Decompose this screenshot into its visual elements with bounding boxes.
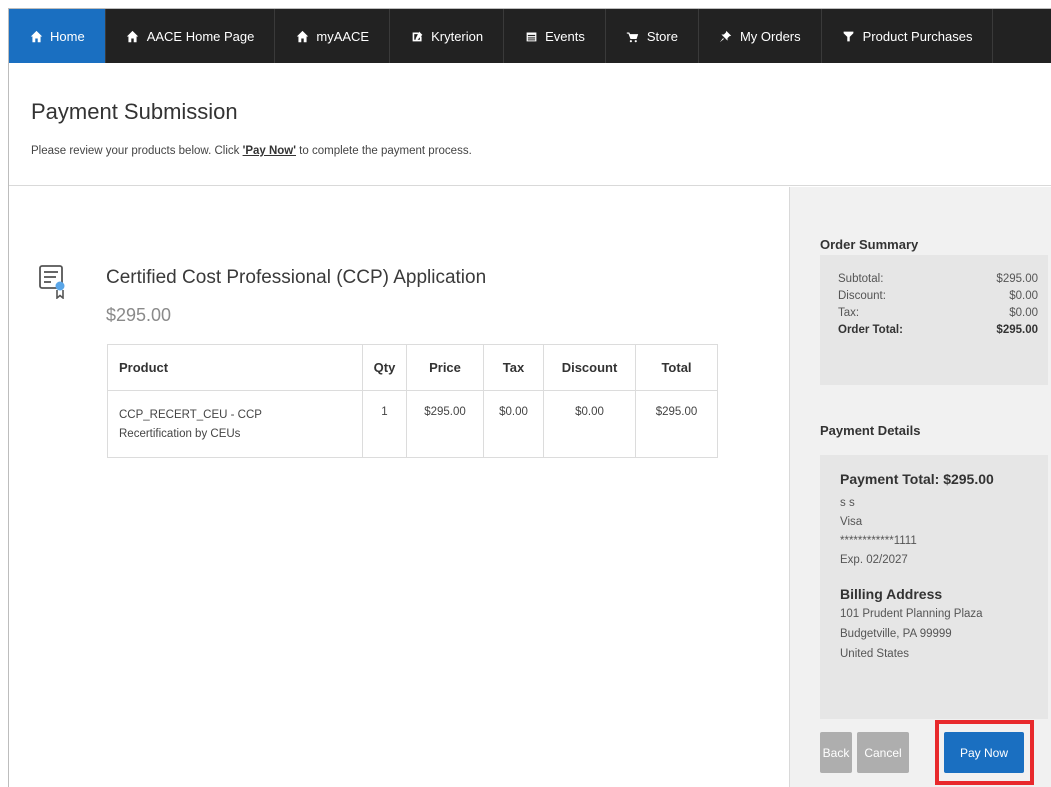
product-description: Recertification by CEUs (119, 428, 241, 440)
cardholder-name: s s (840, 497, 855, 509)
discount-value: $0.00 (1009, 290, 1038, 302)
nav-label: Home (50, 28, 85, 44)
back-button[interactable]: Back (820, 732, 852, 773)
subtotal-label: Subtotal: (838, 273, 884, 285)
cell-qty: 1 (362, 390, 407, 458)
nav-label: Store (646, 28, 678, 44)
col-tax: Tax (483, 344, 544, 391)
pay-now-button[interactable]: Pay Now (944, 732, 1024, 773)
card-type: Visa (840, 516, 863, 528)
page-title: Payment Submission (31, 99, 238, 124)
nav-product-purchases[interactable]: Product Purchases (822, 9, 994, 63)
cell-product: CCP_RECERT_CEU - CCP Recertification by C… (107, 390, 363, 458)
table-header-row: Product Qty Price Tax Discount Total (107, 344, 718, 391)
payment-total: Payment Total: $295.00 (840, 471, 994, 487)
order-total-row: Order Total: $295.00 (838, 324, 1038, 341)
cancel-button[interactable]: Cancel (857, 732, 909, 773)
cell-tax: $0.00 (483, 390, 544, 458)
nav-kryterion[interactable]: Kryterion (390, 9, 505, 63)
order-sidebar: Order Summary Subtotal: $295.00 Discount:… (789, 187, 1051, 787)
page-frame: Home AACE Home Page myAACE Kryterion Eve… (8, 8, 1051, 787)
billing-address-title: Billing Address (840, 586, 943, 602)
certificate-icon (39, 265, 65, 299)
address-country: United States (840, 648, 910, 660)
table-row: CCP_RECERT_CEU - CCP Recertification by C… (107, 390, 718, 458)
tax-value: $0.00 (1009, 307, 1038, 319)
cart-main: Certified Cost Professional (CCP) Applic… (9, 187, 789, 787)
cell-discount: $0.00 (543, 390, 636, 458)
nav-aace-home-page[interactable]: AACE Home Page (106, 9, 276, 63)
nav-store[interactable]: Store (606, 9, 699, 63)
home-icon (29, 29, 43, 43)
product-price: $295.00 (106, 305, 172, 325)
nav-my-orders[interactable]: My Orders (699, 9, 822, 63)
nav-label: AACE Home Page (146, 28, 255, 44)
order-summary-box: Subtotal: $295.00 Discount: $0.00 Tax: $0.0… (820, 255, 1048, 385)
discount-label: Discount: (838, 290, 886, 302)
pay-now-emphasis: 'Pay Now' (242, 145, 296, 157)
order-total-value: $295.00 (996, 324, 1038, 336)
nav-myaace[interactable]: myAACE (275, 9, 391, 63)
nav-home[interactable]: Home (9, 9, 106, 63)
subtotal-row: Subtotal: $295.00 (838, 273, 1038, 290)
pin-icon (719, 29, 733, 43)
home-icon (295, 29, 309, 43)
discount-row: Discount: $0.00 (838, 290, 1038, 307)
col-discount: Discount (543, 344, 636, 391)
nav-label: Kryterion (431, 28, 484, 44)
card-expiry: Exp. 02/2027 (840, 554, 908, 566)
calendar-icon (524, 29, 538, 43)
cart-icon (626, 29, 640, 43)
nav-label: My Orders (739, 28, 801, 44)
payment-details-title: Payment Details (820, 423, 921, 438)
payment-details-box: Payment Total: $295.00 s s Visa ********… (820, 455, 1048, 719)
nav-label: myAACE (316, 28, 370, 44)
cell-price: $295.00 (406, 390, 484, 458)
col-total: Total (635, 344, 718, 391)
filter-icon (842, 29, 856, 43)
col-product: Product (107, 344, 363, 391)
products-table: Product Qty Price Tax Discount Total CCP… (107, 344, 718, 458)
page-instructions: Please review your products below. Click… (31, 145, 472, 157)
top-navbar: Home AACE Home Page myAACE Kryterion Eve… (9, 9, 1051, 63)
tax-label: Tax: (838, 307, 860, 319)
nav-label: Product Purchases (862, 28, 973, 44)
instructions-text-end: to complete the payment process. (295, 145, 472, 157)
subtotal-value: $295.00 (996, 273, 1038, 285)
card-number: ************1111 (840, 535, 917, 547)
tax-row: Tax: $0.00 (838, 307, 1038, 324)
page-header: Payment Submission Please review your pr… (9, 63, 1051, 186)
order-summary-title: Order Summary (820, 237, 919, 252)
cell-total: $295.00 (635, 390, 718, 458)
address-line-2: Budgetville, PA 99999 (840, 628, 952, 640)
nav-label: Events (545, 28, 585, 44)
product-title: Certified Cost Professional (CCP) Applic… (106, 267, 487, 288)
home-icon (126, 29, 140, 43)
col-price: Price (406, 344, 484, 391)
nav-events[interactable]: Events (504, 9, 606, 63)
order-total-label: Order Total: (838, 324, 903, 336)
product-code: CCP_RECERT_CEU - CCP (119, 409, 262, 421)
col-qty: Qty (362, 344, 407, 391)
address-line-1: 101 Prudent Planning Plaza (840, 608, 983, 620)
instructions-text: Please review your products below. Click (31, 145, 243, 157)
edit-icon (410, 29, 424, 43)
